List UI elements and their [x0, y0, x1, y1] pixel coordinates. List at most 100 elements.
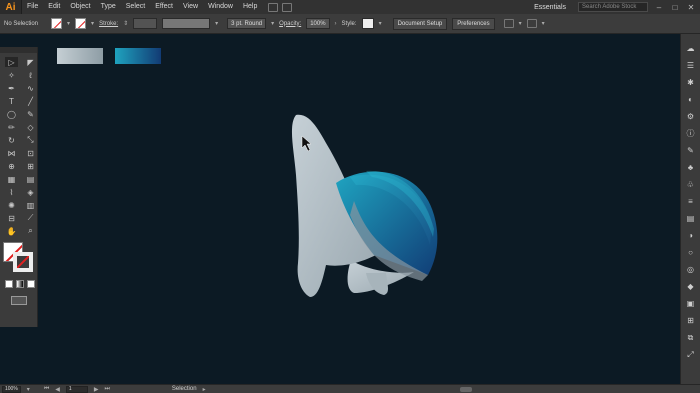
- transform-icon[interactable]: ⤢: [686, 350, 696, 359]
- arrange-icon[interactable]: [503, 19, 514, 28]
- color-guide-icon[interactable]: ◐: [686, 95, 696, 104]
- gradient-mode-button[interactable]: [16, 280, 24, 288]
- stock-search-input[interactable]: Search Adobe Stock: [578, 2, 648, 12]
- stroke-swatch[interactable]: [13, 252, 33, 272]
- previous-artboard-icon[interactable]: ◀: [55, 386, 60, 393]
- type-tool-icon[interactable]: T: [5, 96, 18, 106]
- align-icon[interactable]: ⊞: [686, 316, 696, 325]
- cc-icon[interactable]: ✱: [686, 78, 696, 87]
- pen-tool-icon[interactable]: ✒: [5, 83, 18, 93]
- graphic-styles-icon[interactable]: ◎: [686, 265, 696, 274]
- artboard-number-field[interactable]: 1: [65, 385, 88, 393]
- width-tool-icon[interactable]: ⋈: [5, 148, 18, 158]
- menu-effect[interactable]: Effect: [150, 0, 178, 14]
- ellipse-tool-icon[interactable]: ◯: [5, 109, 18, 119]
- paintbrush-tool-icon[interactable]: ✎: [24, 109, 37, 119]
- chevron-down-icon[interactable]: ▾: [91, 20, 94, 27]
- blend-tool-icon[interactable]: ◈: [24, 187, 37, 197]
- last-artboard-icon[interactable]: ⏭: [104, 386, 109, 393]
- menu-object[interactable]: Object: [65, 0, 95, 14]
- libraries-icon[interactable]: ☁: [686, 44, 696, 53]
- symbol-sprayer-tool-icon[interactable]: ✺: [5, 200, 18, 210]
- layers-icon[interactable]: ◆: [686, 282, 696, 291]
- gradient-tool-icon[interactable]: ▤: [24, 174, 37, 184]
- horizontal-scrollbar[interactable]: [460, 387, 472, 392]
- opacity-field[interactable]: 100%: [306, 18, 330, 29]
- brushes-icon[interactable]: ✎: [686, 146, 696, 155]
- pencil-tool-icon[interactable]: ✏: [5, 122, 18, 132]
- first-artboard-icon[interactable]: ⏮: [44, 386, 49, 393]
- next-artboard-icon[interactable]: ▶: [94, 386, 99, 393]
- opacity-label[interactable]: Opacity:: [279, 21, 301, 27]
- chevron-down-icon[interactable]: ▾: [379, 20, 382, 27]
- menu-type[interactable]: Type: [96, 0, 121, 14]
- perspective-grid-tool-icon[interactable]: ⊞: [24, 161, 37, 171]
- stepper-icon[interactable]: ⇕: [123, 20, 128, 27]
- fill-color-swatch[interactable]: [51, 18, 63, 29]
- transparency-icon[interactable]: ◑: [686, 231, 696, 240]
- club-icon[interactable]: ♧: [686, 180, 696, 189]
- none-mode-button[interactable]: [27, 280, 35, 288]
- menu-help[interactable]: Help: [238, 0, 262, 14]
- minimize-button[interactable]: –: [654, 3, 664, 12]
- scale-tool-icon[interactable]: ⤡: [24, 135, 37, 145]
- bridge-icon[interactable]: [268, 2, 279, 12]
- stroke-weight-field[interactable]: [133, 18, 158, 29]
- slice-tool-icon[interactable]: ⟋: [24, 213, 37, 223]
- stroke-label[interactable]: Stroke:: [99, 21, 118, 27]
- chevron-down-icon[interactable]: ▾: [27, 386, 30, 393]
- workspace-switcher[interactable]: Essentials: [528, 4, 572, 11]
- selection-tool-icon[interactable]: ▷: [5, 57, 18, 67]
- gradient-icon[interactable]: ▤: [686, 214, 696, 223]
- stroke-color-swatch[interactable]: [75, 18, 87, 29]
- arrange-documents-icon[interactable]: [282, 2, 293, 12]
- mesh-tool-icon[interactable]: ▦: [5, 174, 18, 184]
- graphic-style-swatch[interactable]: [361, 18, 374, 29]
- brush-definition[interactable]: 3 pt. Round: [227, 18, 267, 29]
- grey-gradient-swatch[interactable]: [57, 48, 103, 64]
- appearance-icon[interactable]: ○: [686, 248, 696, 257]
- free-transform-tool-icon[interactable]: ⊡: [24, 148, 37, 158]
- artboard-canvas[interactable]: [39, 35, 679, 384]
- stroke-icon[interactable]: ≡: [686, 197, 696, 206]
- menu-window[interactable]: Window: [203, 0, 238, 14]
- direct-selection-tool-icon[interactable]: ◤: [24, 57, 37, 67]
- column-graph-tool-icon[interactable]: ▥: [24, 200, 37, 210]
- zoom-tool-icon[interactable]: ⌕: [24, 226, 37, 236]
- chevron-down-icon[interactable]: ▾: [542, 20, 545, 27]
- maximize-button[interactable]: □: [670, 3, 680, 12]
- close-button[interactable]: ✕: [686, 3, 696, 12]
- symbols-icon[interactable]: ♣: [686, 163, 696, 172]
- gear-icon[interactable]: ⚙: [686, 112, 696, 121]
- chevron-down-icon[interactable]: ▾: [215, 20, 218, 27]
- artboard-tool-icon[interactable]: ⊟: [5, 213, 18, 223]
- properties-icon[interactable]: ☰: [686, 61, 696, 70]
- menu-view[interactable]: View: [178, 0, 203, 14]
- chevron-down-icon[interactable]: ▾: [67, 20, 70, 27]
- color-mode-button[interactable]: [5, 280, 13, 288]
- eyedropper-tool-icon[interactable]: ⌇: [5, 187, 18, 197]
- artboards-icon[interactable]: ▣: [686, 299, 696, 308]
- preferences-button[interactable]: Preferences: [452, 17, 495, 30]
- menu-edit[interactable]: Edit: [43, 0, 65, 14]
- shape-builder-tool-icon[interactable]: ⊕: [5, 161, 18, 171]
- document-setup-button[interactable]: Document Setup: [392, 17, 448, 30]
- pathfinder-icon[interactable]: ⧉: [686, 333, 696, 342]
- align-icon[interactable]: [526, 19, 537, 28]
- chevron-right-icon[interactable]: ▸: [203, 386, 206, 393]
- line-tool-icon[interactable]: ╱: [24, 96, 37, 106]
- zoom-field[interactable]: 100%: [2, 385, 21, 393]
- info-icon[interactable]: ⓘ: [686, 129, 696, 138]
- screen-mode-button[interactable]: [11, 296, 27, 305]
- menu-file[interactable]: File: [22, 0, 43, 14]
- chevron-right-icon[interactable]: ›: [335, 21, 337, 27]
- hand-tool-icon[interactable]: ✋: [5, 226, 18, 236]
- variable-width-profile[interactable]: [162, 18, 211, 29]
- magic-wand-tool-icon[interactable]: ✧: [5, 70, 18, 80]
- rotate-tool-icon[interactable]: ↻: [5, 135, 18, 145]
- menu-select[interactable]: Select: [121, 0, 150, 14]
- eraser-tool-icon[interactable]: ◇: [24, 122, 37, 132]
- teal-gradient-swatch[interactable]: [115, 48, 161, 64]
- chevron-down-icon[interactable]: ▾: [271, 20, 274, 27]
- curvature-tool-icon[interactable]: ∿: [24, 83, 37, 93]
